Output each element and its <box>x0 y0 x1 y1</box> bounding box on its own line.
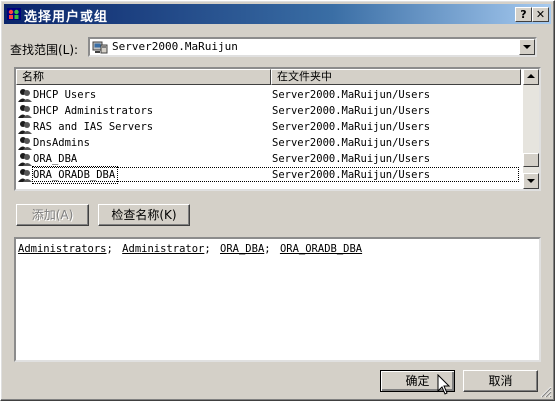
group-icon <box>18 137 32 150</box>
list-scrollbar[interactable] <box>523 69 539 189</box>
selected-item[interactable]: ORA_ORADB_DBA <box>280 243 362 255</box>
row-folder: Server2000.MaRuijun/Users <box>272 89 431 101</box>
window-title: 选择用户或组 <box>24 10 109 25</box>
selected-objects-list: Administrators; Administrator; ORA_DBA; … <box>18 243 362 255</box>
scroll-down-button[interactable] <box>523 173 539 189</box>
separator: ; <box>204 243 211 255</box>
row-folder: Server2000.MaRuijun/Users <box>272 169 431 181</box>
scroll-thumb[interactable] <box>523 153 539 167</box>
select-users-dialog: 选择用户或组 ? ✕ 查找范围(L): Server2000.MaRuijun … <box>0 0 555 401</box>
help-button[interactable]: ? <box>515 7 532 22</box>
check-names-button[interactable]: 检查名称(K) <box>98 204 190 226</box>
row-folder: Server2000.MaRuijun/Users <box>272 121 431 133</box>
list-item[interactable]: RAS and IAS Servers Server2000.MaRuijun/… <box>16 119 521 135</box>
row-name: DHCP Users <box>33 89 97 101</box>
chevron-down-icon <box>527 179 535 183</box>
group-icon <box>18 105 32 118</box>
users-listview[interactable]: 名称 在文件夹中 DHCP Users Server2000.MaRuijun/… <box>14 67 541 191</box>
row-name: RAS and IAS Servers <box>33 121 154 133</box>
lookin-value: Server2000.MaRuijun <box>112 40 238 53</box>
domain-icon <box>92 41 108 54</box>
selected-item[interactable]: Administrator <box>122 243 204 255</box>
group-icon <box>18 89 32 102</box>
selected-objects-field[interactable]: Administrators; Administrator; ORA_DBA; … <box>14 237 541 362</box>
group-icon <box>18 169 32 182</box>
cancel-button[interactable]: 取消 <box>463 370 538 392</box>
column-header-folder[interactable]: 在文件夹中 <box>271 69 521 85</box>
chevron-up-icon <box>527 74 535 78</box>
lookin-label: 查找范围(L): <box>10 43 79 57</box>
row-folder: Server2000.MaRuijun/Users <box>272 153 431 165</box>
column-header-name[interactable]: 名称 <box>16 69 271 85</box>
list-item-focused[interactable]: ORA_ORADB_DBA Server2000.MaRuijun/Users <box>16 166 521 184</box>
group-icon <box>18 153 32 166</box>
row-name: DnsAdmins <box>33 137 90 149</box>
separator: ; <box>264 243 271 255</box>
separator: ; <box>106 243 113 255</box>
lookin-dropdown-button[interactable] <box>519 39 535 55</box>
list-item[interactable]: DnsAdmins Server2000.MaRuijun/Users <box>16 135 521 151</box>
group-icon <box>18 121 32 134</box>
list-item[interactable]: DHCP Administrators Server2000.MaRuijun/… <box>16 103 521 119</box>
row-name: ORA_ORADB_DBA <box>31 166 119 184</box>
selected-item[interactable]: Administrators <box>18 243 107 255</box>
list-item[interactable]: ORA_DBA Server2000.MaRuijun/Users <box>16 151 521 167</box>
chevron-down-icon <box>523 45 531 49</box>
row-name: ORA_DBA <box>33 153 78 165</box>
lookin-combobox[interactable]: Server2000.MaRuijun <box>88 37 537 57</box>
selected-item[interactable]: ORA_DBA <box>220 243 264 255</box>
add-button[interactable]: 添加(A) <box>16 204 89 226</box>
row-folder: Server2000.MaRuijun/Users <box>272 105 431 117</box>
scroll-up-button[interactable] <box>523 69 539 85</box>
users-icon <box>7 8 21 20</box>
close-button[interactable]: ✕ <box>532 7 549 22</box>
row-name: DHCP Administrators <box>33 105 154 117</box>
mouse-pointer-icon <box>437 374 451 395</box>
row-folder: Server2000.MaRuijun/Users <box>272 137 431 149</box>
resize-grip-icon[interactable] <box>540 386 552 398</box>
title-bar[interactable]: 选择用户或组 ? ✕ <box>4 4 551 25</box>
list-item[interactable]: DHCP Users Server2000.MaRuijun/Users <box>16 87 521 103</box>
